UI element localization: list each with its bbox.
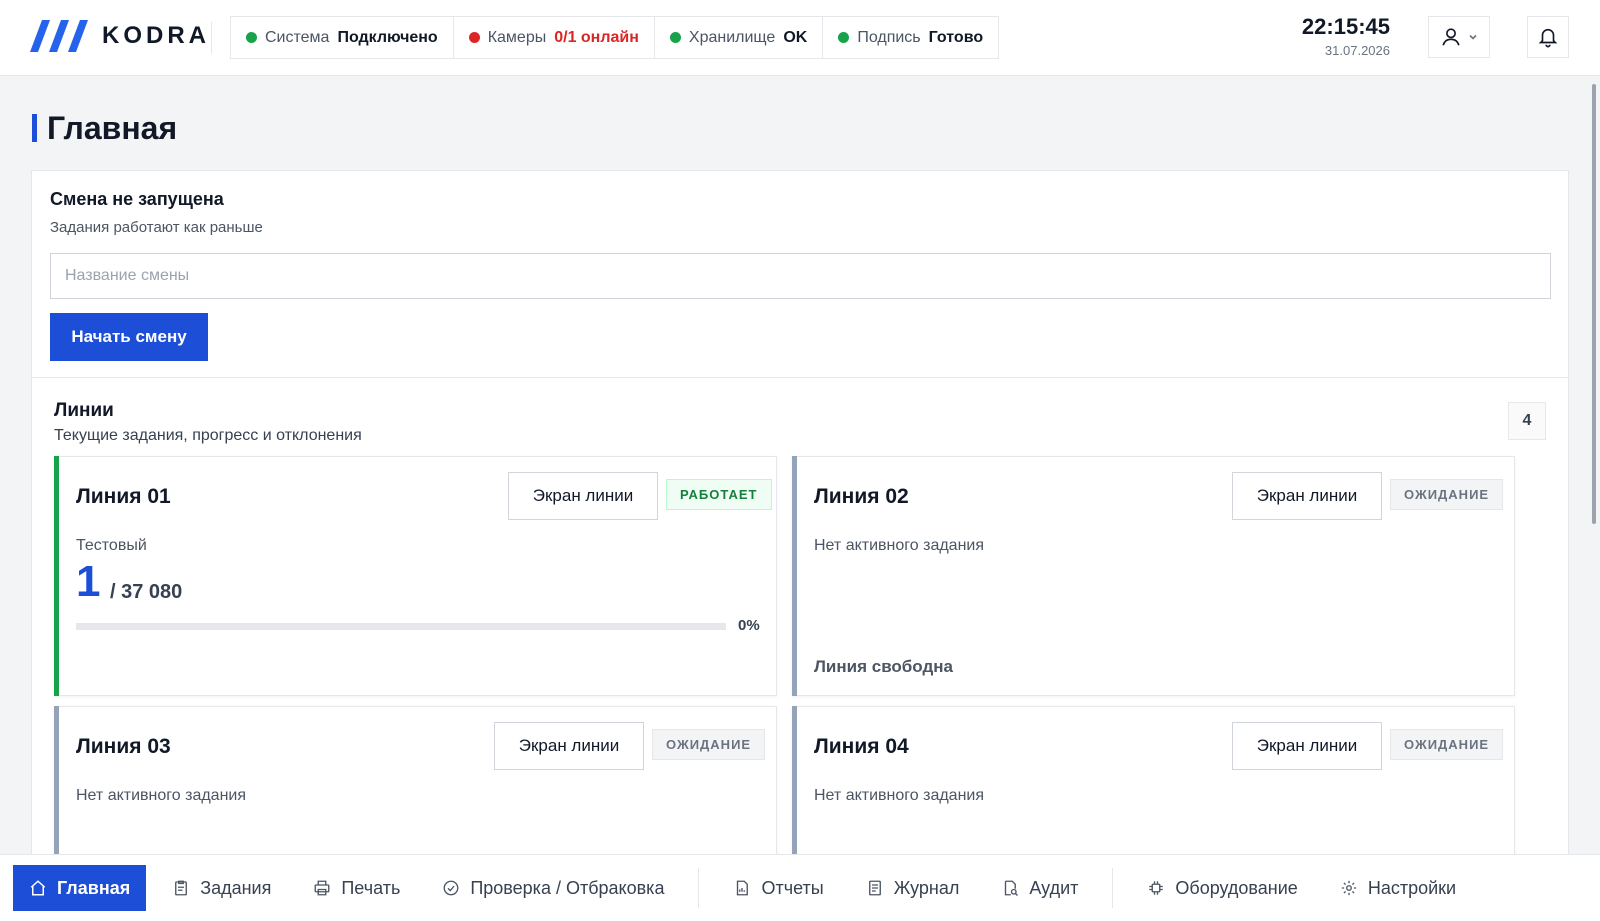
status-label: Камеры (487, 28, 547, 46)
line-name: Линия 03 (76, 735, 171, 758)
nav-item-tasks[interactable]: Задания (156, 865, 287, 911)
nav-item-label: Задания (200, 877, 272, 898)
clipboard-icon (175, 880, 188, 896)
line-progress-percent: 0% (738, 617, 760, 634)
line-status-accent (54, 456, 59, 696)
nav-item-label: Аудит (1029, 877, 1079, 898)
nav-item-audit[interactable]: Аудит (985, 865, 1094, 911)
report-icon (737, 880, 749, 896)
line-screen-button[interactable]: Экран линии (1232, 722, 1382, 770)
status-label: Подпись (857, 28, 921, 46)
status-signature: Подпись Готово (823, 17, 998, 58)
header-divider (211, 22, 212, 54)
lines-count-badge: 4 (1508, 402, 1546, 440)
title-accent-bar (32, 114, 37, 142)
status-storage: Хранилище OK (655, 17, 824, 58)
nav-divider (1112, 868, 1114, 908)
nav-item-label: Проверка / Отбраковка (470, 877, 665, 898)
start-shift-button[interactable]: Начать смену (50, 313, 208, 361)
main-panel: Смена не запущена Задания работают как р… (31, 170, 1569, 921)
nav-item-label: Отчеты (761, 877, 824, 898)
status-dot-icon (246, 32, 257, 43)
status-system: Система Подключено (231, 17, 454, 58)
check-circle-icon (443, 880, 459, 896)
line-done-count: 1 (76, 557, 101, 606)
status-dot-icon (669, 32, 681, 43)
line-task-name: Тестовый (76, 537, 147, 554)
line-status-badge: ОЖИДАНИЕ (1390, 479, 1504, 510)
nav-item-print[interactable]: Печать (297, 865, 416, 911)
line-status-accent (792, 456, 797, 696)
status-label: Хранилище (688, 28, 776, 46)
line-screen-button[interactable]: Экран линии (508, 472, 658, 520)
nav-item-label: Журнал (893, 877, 960, 898)
user-icon (1442, 28, 1460, 46)
line-progress-bar (76, 623, 726, 630)
line-name: Линия 01 (76, 485, 171, 508)
chevron-down-icon (1469, 34, 1477, 40)
nav-item-home[interactable]: Главная (13, 865, 147, 911)
bell-icon (1538, 28, 1558, 48)
nav-item-settings[interactable]: Настройки (1324, 865, 1472, 911)
nav-item-equipment[interactable]: Оборудование (1131, 865, 1313, 911)
line-total-count: / 37 080 (110, 581, 183, 603)
system-status-bar: Система Подключено Камеры 0/1 онлайн Хра… (230, 16, 1000, 59)
line-task-name: Нет активного задания (814, 787, 985, 804)
lines-title: Линии (54, 400, 114, 421)
page-title: Главная (32, 110, 177, 146)
brand-logo[interactable]: KODRA (30, 20, 210, 52)
page-scrollbar[interactable] (1592, 84, 1596, 524)
home-icon (30, 880, 46, 896)
nav-item-reports[interactable]: Отчеты (717, 865, 839, 911)
nav-item-label: Оборудование (1175, 877, 1298, 898)
line-status-badge: ОЖИДАНИЕ (1390, 729, 1504, 760)
lines-subtitle: Текущие задания, прогресс и отклонения (54, 427, 362, 444)
line-task-name: Нет активного задания (814, 537, 985, 554)
journal-icon (868, 880, 881, 896)
line-status-badge: РАБОТАЕТ (666, 479, 772, 510)
line-status-badge: ОЖИДАНИЕ (652, 729, 766, 760)
shift-section: Смена не запущена Задания работают как р… (32, 171, 1568, 378)
line-card: Линия 02 Экран линии ОЖИДАНИЕ Нет активн… (792, 456, 1515, 696)
nav-item-journal[interactable]: Журнал (850, 865, 976, 911)
status-value: Подключено (337, 28, 438, 46)
clock-date: 31.07.2026 (1324, 43, 1390, 58)
status-dot-icon (838, 32, 850, 43)
status-value: OK (783, 28, 808, 46)
status-dot-icon (468, 32, 480, 43)
line-name: Линия 04 (814, 735, 909, 758)
line-screen-button[interactable]: Экран линии (494, 722, 644, 770)
line-screen-button[interactable]: Экран линии (1232, 472, 1382, 520)
user-menu-button[interactable] (1428, 16, 1490, 58)
printer-icon (314, 880, 330, 896)
notifications-button[interactable] (1527, 16, 1569, 58)
nav-item-label: Главная (57, 877, 131, 898)
line-card: Линия 01 Экран линии РАБОТАЕТ Тестовый 1… (54, 456, 777, 696)
line-task-name: Нет активного задания (76, 787, 247, 804)
nav-divider (698, 868, 700, 908)
status-cameras: Камеры 0/1 онлайн (454, 17, 655, 58)
chip-icon (1149, 881, 1164, 895)
page-title-text: Главная (47, 109, 178, 146)
brand-name: KODRA (102, 22, 210, 49)
shift-name-input[interactable] (50, 253, 1551, 299)
line-name: Линия 02 (814, 485, 909, 508)
audit-icon (1005, 880, 1019, 896)
status-value: Готово (928, 28, 984, 46)
clock: 22:15:45 31.07.2026 (1302, 14, 1390, 58)
shift-title: Смена не запущена (50, 189, 224, 209)
gear-icon (1341, 880, 1356, 896)
logo-slashes-icon (30, 20, 88, 52)
bottom-nav: Главная Задания Печать Проверка / Отбрак… (0, 854, 1600, 921)
status-label: Система (265, 28, 330, 46)
nav-item-label: Печать (341, 877, 401, 898)
nav-item-inspection[interactable]: Проверка / Отбраковка (426, 865, 680, 911)
top-header: KODRA Система Подключено Камеры 0/1 онла… (0, 0, 1600, 76)
status-value: 0/1 онлайн (554, 28, 639, 46)
shift-subtitle: Задания работают как раньше (50, 219, 263, 236)
line-free-label: Линия свободна (814, 657, 953, 676)
clock-time: 22:15:45 (1301, 14, 1390, 39)
nav-item-label: Настройки (1367, 877, 1457, 898)
